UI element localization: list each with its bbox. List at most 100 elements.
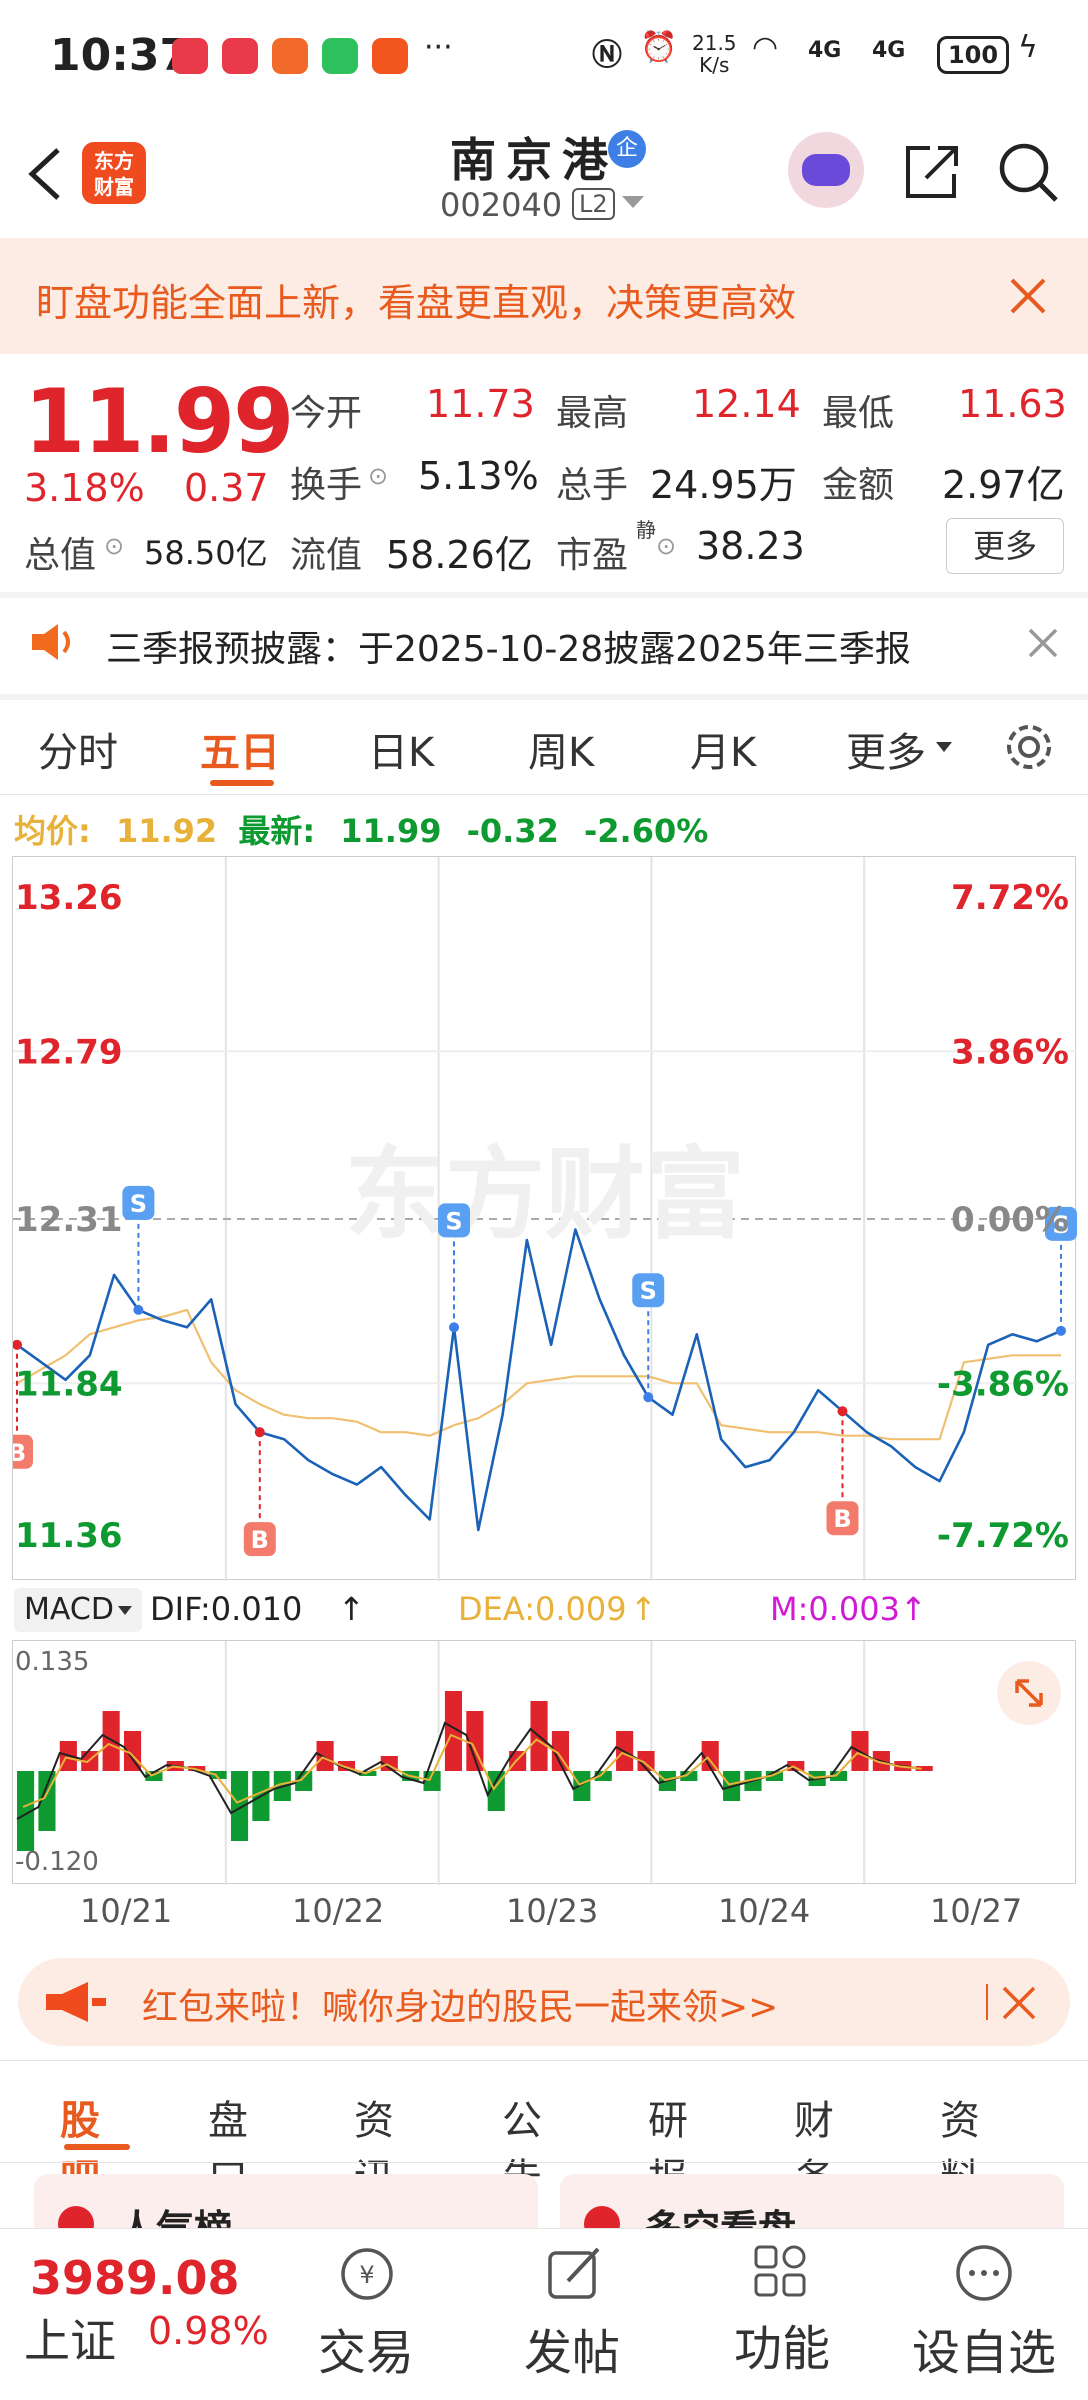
search-icon[interactable] <box>996 140 1062 206</box>
enterprise-badge: 企 <box>608 130 646 168</box>
macd-chart[interactable]: 0.135 -0.120 <box>12 1640 1076 1885</box>
macd-m: M:0.003 <box>770 1590 900 1628</box>
compose-icon <box>548 2247 600 2299</box>
nav-watchlist[interactable]: 设自选 <box>912 2313 1056 2383</box>
macd-max-label: 0.135 <box>15 1647 90 1677</box>
red-packet-text: 红包来啦！喊你身边的股民一起来领>> <box>142 1987 779 2028</box>
index-value[interactable]: 3989.08 <box>30 2251 240 2305</box>
notice-text: 盯盘功能全面上新，看盘更直观，决策更高效 <box>36 281 797 325</box>
yen-exchange-icon: ¥ <box>341 2248 393 2300</box>
share-icon[interactable] <box>900 140 962 202</box>
trade-point <box>254 1427 265 1438</box>
more-notifications-icon: ··· <box>424 30 453 65</box>
gear-icon[interactable] <box>1002 720 1056 774</box>
low-value: 11.63 <box>958 382 1067 426</box>
y-right-tick-label: -7.72% <box>937 1516 1069 1556</box>
y-tick-label: 11.36 <box>15 1516 123 1556</box>
current-price: 11.99 <box>24 370 294 473</box>
index-name[interactable]: 上证 <box>24 2305 116 2371</box>
net-speed: 21.5 K/s <box>692 31 737 77</box>
more-quote-button[interactable]: 更多 <box>946 518 1064 574</box>
date-label: 10/21 <box>80 1892 173 1930</box>
feature-notice-banner[interactable]: 盯盘功能全面上新，看盘更直观，决策更高效 <box>0 238 1088 354</box>
nfc-icon: Ⓝ <box>592 38 622 73</box>
info-icon[interactable]: ⊙ <box>656 532 676 560</box>
trade-point <box>449 1322 460 1333</box>
y-right-tick-label: 3.86% <box>951 1032 1069 1072</box>
stock-name: 南京港 <box>450 133 618 187</box>
close-icon[interactable] <box>1028 628 1058 658</box>
tab-monthly-k[interactable]: 月K <box>690 720 756 778</box>
macd-bar <box>316 1741 334 1771</box>
macd-selector-label: MACD <box>24 1592 114 1627</box>
avg-price-line <box>16 1308 1061 1441</box>
info-icon[interactable]: ⊙ <box>368 462 388 490</box>
svg-text:¥: ¥ <box>359 2261 374 2289</box>
bottom-nav: 3989.08 上证 0.98% ¥ 交易 发帖 功能 设自选 <box>0 2228 1088 2400</box>
tab-more[interactable]: 更多 <box>846 720 926 778</box>
close-icon[interactable] <box>1002 1986 1036 2020</box>
latest-value: 11.99 <box>340 812 442 850</box>
high-label: 最高 <box>556 393 629 434</box>
float-cap-value: 58.26亿 <box>386 533 533 577</box>
announcement-text[interactable]: 三季报预披露：于2025-10-28披露2025年三季报 <box>106 620 911 672</box>
five-day-chart[interactable]: 东方财富 B S B S S B S 13.26 7.72% 12.79 3.86% 12.31 0.00… <box>12 856 1077 1581</box>
turnover-label: 换手 <box>290 465 363 506</box>
open-label: 今开 <box>290 393 363 434</box>
caret-down-icon[interactable] <box>622 196 644 210</box>
divider <box>0 2162 1088 2163</box>
nav-features[interactable]: 功能 <box>734 2309 830 2379</box>
mktcap-label: 总值 <box>24 535 97 576</box>
expand-icon <box>1015 1679 1043 1707</box>
pe-value: 38.23 <box>696 524 805 568</box>
chart-legend: 均价: 11.92 最新: 11.99 -0.32 -2.60% <box>14 806 708 852</box>
tab-daily-k[interactable]: 日K <box>368 720 434 778</box>
charging-icon: ϟ <box>1018 30 1038 65</box>
trade-mark-label: B <box>833 1505 851 1533</box>
arrow-up-icon: ↑ <box>900 1590 927 1628</box>
date-label: 10/22 <box>292 1892 385 1930</box>
macd-bar <box>573 1771 591 1801</box>
change-value: -0.32 <box>466 812 559 850</box>
red-packet-banner[interactable]: 红包来啦！喊你身边的股民一起来领>> <box>18 1958 1070 2046</box>
close-icon[interactable] <box>1010 278 1046 314</box>
trade-mark-label: B <box>251 1526 269 1554</box>
tab-weekly-k[interactable]: 周K <box>528 720 594 778</box>
macd-dif: DIF:0.010 <box>150 1590 303 1628</box>
mktcap-value: 58.50亿 <box>144 534 268 572</box>
nav-post[interactable]: 发帖 <box>524 2313 620 2383</box>
tab-intraday[interactable]: 分时 <box>38 720 118 778</box>
macd-dea: DEA:0.009 <box>458 1590 627 1628</box>
y-tick-label: 12.79 <box>15 1032 123 1072</box>
pe-static-sup: 静 <box>636 518 656 542</box>
ai-assistant-icon[interactable] <box>788 132 864 208</box>
signal-icon-2: 4G <box>872 38 906 63</box>
tab-five-day[interactable]: 五日 <box>200 720 280 778</box>
info-icon[interactable]: ⊙ <box>104 532 124 560</box>
high-value: 12.14 <box>692 382 801 426</box>
caret-down-icon <box>936 742 952 752</box>
nav-trade[interactable]: 交易 <box>318 2313 414 2383</box>
level2-badge[interactable]: L2 <box>572 188 615 220</box>
y-tick-label: 11.84 <box>15 1364 123 1404</box>
avg-value: 11.92 <box>115 812 218 850</box>
trade-point <box>1056 1325 1066 1336</box>
grid-icon <box>754 2245 806 2297</box>
macd-bar <box>102 1711 120 1771</box>
amount-label: 金额 <box>822 465 895 506</box>
arrow-up-icon: ↑ <box>630 1590 657 1628</box>
expand-button[interactable] <box>997 1661 1061 1725</box>
avg-label: 均价: <box>14 812 91 850</box>
volume-value: 24.95万 <box>650 463 797 507</box>
huawei-app-icon <box>172 38 208 74</box>
volume-label: 总手 <box>556 465 629 506</box>
macd-min-label: -0.120 <box>15 1847 99 1877</box>
float-label: 流值 <box>290 535 363 576</box>
divider <box>986 1984 988 2020</box>
date-label: 10/27 <box>930 1892 1023 1930</box>
macd-selector[interactable]: MACD <box>14 1588 142 1632</box>
trade-mark-label: B <box>13 1439 26 1467</box>
change-amount: 0.37 <box>184 466 269 510</box>
y-right-tick-label: 7.72% <box>951 878 1069 918</box>
y-right-tick-label: -3.86% <box>937 1364 1069 1404</box>
